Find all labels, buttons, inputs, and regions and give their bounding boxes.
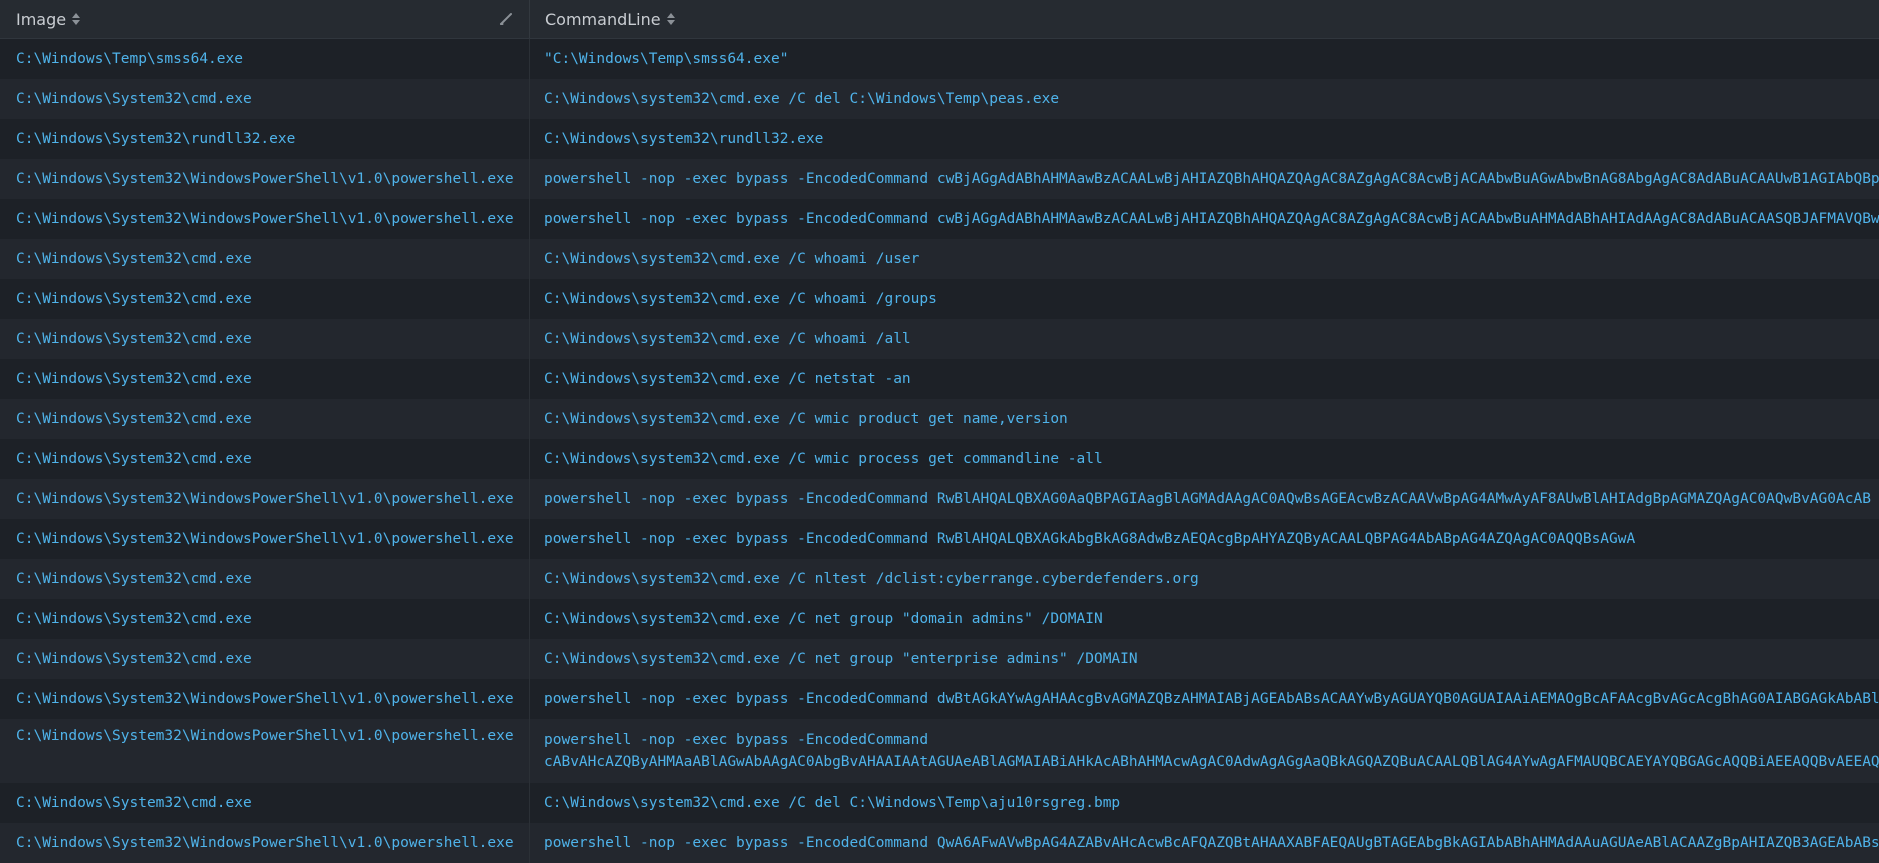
table-row[interactable]: C:\Windows\System32\rundll32.exe C:\Wind… bbox=[0, 119, 1879, 159]
image-cell[interactable]: C:\Windows\System32\cmd.exe bbox=[0, 783, 530, 823]
image-cell[interactable]: C:\Windows\System32\cmd.exe bbox=[0, 599, 530, 639]
table-row[interactable]: C:\Windows\System32\cmd.exe C:\Windows\s… bbox=[0, 559, 1879, 599]
table-row[interactable]: C:\Windows\System32\cmd.exe C:\Windows\s… bbox=[0, 399, 1879, 439]
table-row[interactable]: C:\Windows\System32\WindowsPowerShell\v1… bbox=[0, 199, 1879, 239]
commandline-cell[interactable]: C:\Windows\system32\cmd.exe /C net group… bbox=[530, 599, 1879, 639]
commandline-cell[interactable]: C:\Windows\system32\cmd.exe /C wmic proc… bbox=[530, 439, 1879, 479]
process-table: Image CommandLine C:\Windows\Temp\smss64… bbox=[0, 0, 1879, 863]
table-row[interactable]: C:\Windows\System32\cmd.exe C:\Windows\s… bbox=[0, 599, 1879, 639]
commandline-cell[interactable]: C:\Windows\system32\cmd.exe /C wmic prod… bbox=[530, 399, 1879, 439]
column-header-commandline-label: CommandLine bbox=[545, 9, 661, 29]
commandline-cell[interactable]: C:\Windows\system32\cmd.exe /C whoami /u… bbox=[530, 239, 1879, 279]
commandline-line-2: cABvAHcAZQByAHMAaABlAGwAbAAgAC0AbgBvAHAA… bbox=[544, 754, 1879, 770]
pencil-icon[interactable] bbox=[499, 12, 513, 26]
commandline-cell[interactable]: powershell -nop -exec bypass -EncodedCom… bbox=[530, 719, 1879, 783]
commandline-cell[interactable]: C:\Windows\system32\cmd.exe /C nltest /d… bbox=[530, 559, 1879, 599]
commandline-cell[interactable]: C:\Windows\system32\cmd.exe /C net group… bbox=[530, 639, 1879, 679]
image-cell[interactable]: C:\Windows\System32\WindowsPowerShell\v1… bbox=[0, 159, 530, 199]
column-header-image[interactable]: Image bbox=[0, 0, 530, 38]
image-cell[interactable]: C:\Windows\System32\WindowsPowerShell\v1… bbox=[0, 719, 530, 783]
table-row[interactable]: C:\Windows\System32\cmd.exe C:\Windows\s… bbox=[0, 439, 1879, 479]
table-row[interactable]: C:\Windows\System32\WindowsPowerShell\v1… bbox=[0, 823, 1879, 863]
table-row[interactable]: C:\Windows\System32\WindowsPowerShell\v1… bbox=[0, 159, 1879, 199]
table-header: Image CommandLine bbox=[0, 0, 1879, 39]
image-cell[interactable]: C:\Windows\System32\WindowsPowerShell\v1… bbox=[0, 519, 530, 559]
table-row[interactable]: C:\Windows\System32\cmd.exe C:\Windows\s… bbox=[0, 239, 1879, 279]
table-row[interactable]: C:\Windows\System32\cmd.exe C:\Windows\s… bbox=[0, 359, 1879, 399]
commandline-cell[interactable]: powershell -nop -exec bypass -EncodedCom… bbox=[530, 159, 1879, 199]
commandline-cell[interactable]: C:\Windows\system32\cmd.exe /C del C:\Wi… bbox=[530, 783, 1879, 823]
image-cell[interactable]: C:\Windows\System32\cmd.exe bbox=[0, 239, 530, 279]
table-row[interactable]: C:\Windows\System32\WindowsPowerShell\v1… bbox=[0, 679, 1879, 719]
column-header-commandline[interactable]: CommandLine bbox=[530, 0, 1879, 38]
image-cell[interactable]: C:\Windows\System32\cmd.exe bbox=[0, 439, 530, 479]
image-cell[interactable]: C:\Windows\System32\cmd.exe bbox=[0, 319, 530, 359]
image-cell[interactable]: C:\Windows\System32\WindowsPowerShell\v1… bbox=[0, 679, 530, 719]
image-cell[interactable]: C:\Windows\Temp\smss64.exe bbox=[0, 39, 530, 79]
table-row[interactable]: C:\Windows\System32\cmd.exe C:\Windows\s… bbox=[0, 279, 1879, 319]
commandline-cell[interactable]: C:\Windows\system32\cmd.exe /C whoami /a… bbox=[530, 319, 1879, 359]
sort-icon[interactable] bbox=[666, 12, 675, 26]
commandline-line-1: powershell -nop -exec bypass -EncodedCom… bbox=[544, 732, 929, 748]
image-cell[interactable]: C:\Windows\System32\WindowsPowerShell\v1… bbox=[0, 199, 530, 239]
image-cell[interactable]: C:\Windows\System32\cmd.exe bbox=[0, 639, 530, 679]
image-cell[interactable]: C:\Windows\System32\rundll32.exe bbox=[0, 119, 530, 159]
commandline-cell[interactable]: C:\Windows\system32\rundll32.exe bbox=[530, 119, 1879, 159]
table-row[interactable]: C:\Windows\System32\WindowsPowerShell\v1… bbox=[0, 719, 1879, 783]
image-cell[interactable]: C:\Windows\System32\cmd.exe bbox=[0, 79, 530, 119]
image-cell[interactable]: C:\Windows\System32\cmd.exe bbox=[0, 279, 530, 319]
column-header-image-label: Image bbox=[16, 9, 67, 29]
image-cell[interactable]: C:\Windows\System32\cmd.exe bbox=[0, 559, 530, 599]
image-cell[interactable]: C:\Windows\System32\cmd.exe bbox=[0, 359, 530, 399]
commandline-cell[interactable]: "C:\Windows\Temp\smss64.exe" bbox=[530, 39, 1879, 79]
commandline-cell[interactable]: C:\Windows\system32\cmd.exe /C del C:\Wi… bbox=[530, 79, 1879, 119]
image-cell[interactable]: C:\Windows\System32\WindowsPowerShell\v1… bbox=[0, 823, 530, 863]
table-row[interactable]: C:\Windows\System32\cmd.exe C:\Windows\s… bbox=[0, 319, 1879, 359]
commandline-cell[interactable]: powershell -nop -exec bypass -EncodedCom… bbox=[530, 519, 1879, 559]
sort-icon[interactable] bbox=[72, 12, 81, 26]
commandline-cell[interactable]: powershell -nop -exec bypass -EncodedCom… bbox=[530, 679, 1879, 719]
table-row[interactable]: C:\Windows\System32\cmd.exe C:\Windows\s… bbox=[0, 639, 1879, 679]
commandline-cell[interactable]: powershell -nop -exec bypass -EncodedCom… bbox=[530, 823, 1879, 863]
table-row[interactable]: C:\Windows\Temp\smss64.exe "C:\Windows\T… bbox=[0, 39, 1879, 79]
table-body: C:\Windows\Temp\smss64.exe "C:\Windows\T… bbox=[0, 39, 1879, 863]
image-cell[interactable]: C:\Windows\System32\cmd.exe bbox=[0, 399, 530, 439]
commandline-cell[interactable]: powershell -nop -exec bypass -EncodedCom… bbox=[530, 199, 1879, 239]
table-row[interactable]: C:\Windows\System32\cmd.exe C:\Windows\s… bbox=[0, 783, 1879, 823]
image-cell[interactable]: C:\Windows\System32\WindowsPowerShell\v1… bbox=[0, 479, 530, 519]
table-row[interactable]: C:\Windows\System32\WindowsPowerShell\v1… bbox=[0, 479, 1879, 519]
table-row[interactable]: C:\Windows\System32\WindowsPowerShell\v1… bbox=[0, 519, 1879, 559]
table-row[interactable]: C:\Windows\System32\cmd.exe C:\Windows\s… bbox=[0, 79, 1879, 119]
commandline-cell[interactable]: powershell -nop -exec bypass -EncodedCom… bbox=[530, 479, 1879, 519]
commandline-cell[interactable]: C:\Windows\system32\cmd.exe /C netstat -… bbox=[530, 359, 1879, 399]
commandline-cell[interactable]: C:\Windows\system32\cmd.exe /C whoami /g… bbox=[530, 279, 1879, 319]
